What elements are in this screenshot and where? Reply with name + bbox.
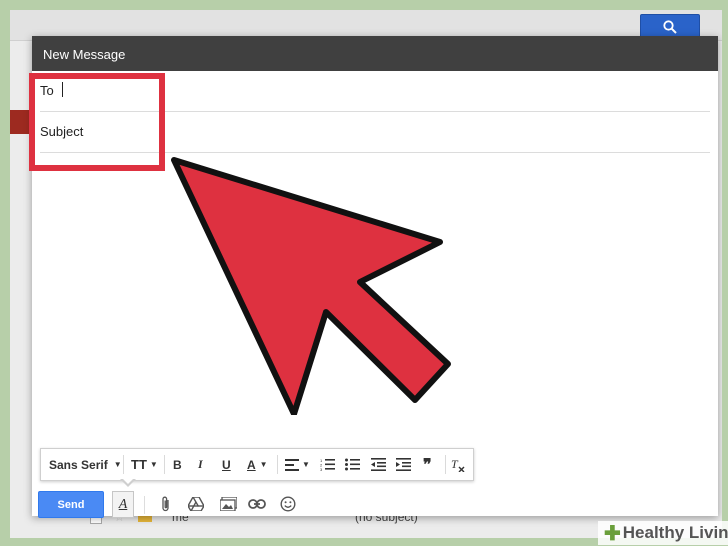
insert-photo-button[interactable] — [217, 494, 239, 514]
indent-more-icon — [396, 458, 411, 471]
watermark: ✚ Healthy Living — [598, 521, 728, 545]
text-size-icon: TT — [131, 457, 147, 472]
text-size-button[interactable]: TT ▼ — [131, 449, 158, 480]
send-button[interactable]: Send — [38, 491, 104, 518]
plus-icon: ✚ — [604, 522, 621, 545]
svg-text:T: T — [451, 458, 459, 471]
compose-toolbar: Send A — [32, 486, 718, 518]
underline-icon: U — [222, 457, 231, 472]
remove-formatting-icon: T — [451, 458, 465, 472]
quote-button[interactable]: ❞ — [423, 449, 432, 480]
insert-photo-icon — [219, 497, 237, 511]
formatting-bar: Sans Serif ▼ TT ▼ B I U A ▼ ▼ 123 ❞ T — [40, 448, 474, 481]
drive-button[interactable] — [186, 494, 206, 514]
insert-link-button[interactable] — [246, 494, 268, 514]
divider — [164, 455, 165, 474]
bulleted-list-icon — [345, 458, 360, 471]
text-color-icon: A — [247, 457, 256, 472]
align-button[interactable]: ▼ — [285, 449, 310, 480]
italic-button[interactable]: I — [198, 449, 203, 480]
svg-text:3: 3 — [320, 467, 323, 471]
divider — [277, 455, 278, 474]
remove-formatting-button[interactable]: T — [451, 449, 465, 480]
font-family-label: Sans Serif — [49, 457, 108, 472]
watermark-text: Healthy Living — [622, 523, 728, 542]
numbered-list-button[interactable]: 123 — [320, 449, 335, 480]
divider — [445, 455, 446, 474]
text-color-button[interactable]: A ▼ — [247, 449, 268, 480]
compose-window: New Message To Subject Sans Serif ▼ TT ▼… — [29, 36, 718, 518]
gmail-screen: ☆ me (no subject) New Message To Subject… — [10, 10, 722, 538]
formatting-bar-pointer-inner — [122, 478, 134, 484]
pointer-arrow-icon — [171, 157, 451, 415]
bulleted-list-button[interactable] — [345, 449, 360, 480]
attach-button[interactable] — [156, 494, 176, 514]
indent-more-button[interactable] — [396, 449, 411, 480]
numbered-list-icon: 123 — [320, 458, 335, 471]
formatting-options-icon: A — [118, 496, 128, 512]
compose-header: New Message — [32, 36, 718, 71]
chevron-down-icon: ▼ — [259, 460, 268, 469]
chevron-down-icon: ▼ — [302, 460, 310, 469]
formatting-options-button[interactable]: A — [112, 491, 134, 518]
insert-link-icon — [248, 499, 266, 509]
highlight-box — [29, 73, 165, 171]
bold-button[interactable]: B — [173, 449, 182, 480]
search-icon — [663, 20, 677, 34]
chevron-down-icon: ▼ — [149, 460, 158, 469]
chevron-down-icon: ▼ — [113, 460, 122, 469]
attach-icon — [162, 496, 169, 512]
indent-less-button[interactable] — [371, 449, 386, 480]
align-icon — [285, 458, 299, 471]
underline-button[interactable]: U — [222, 449, 231, 480]
divider — [144, 496, 145, 514]
italic-icon: I — [198, 457, 203, 471]
divider — [123, 455, 124, 474]
compose-title: New Message — [43, 47, 126, 62]
quote-icon: ❞ — [423, 456, 432, 474]
emoji-icon — [280, 496, 296, 512]
indent-less-icon — [371, 458, 386, 471]
bold-icon: B — [173, 457, 182, 472]
drive-icon — [188, 497, 204, 511]
emoji-button[interactable] — [278, 494, 298, 514]
font-family-select[interactable]: Sans Serif ▼ — [49, 449, 122, 480]
